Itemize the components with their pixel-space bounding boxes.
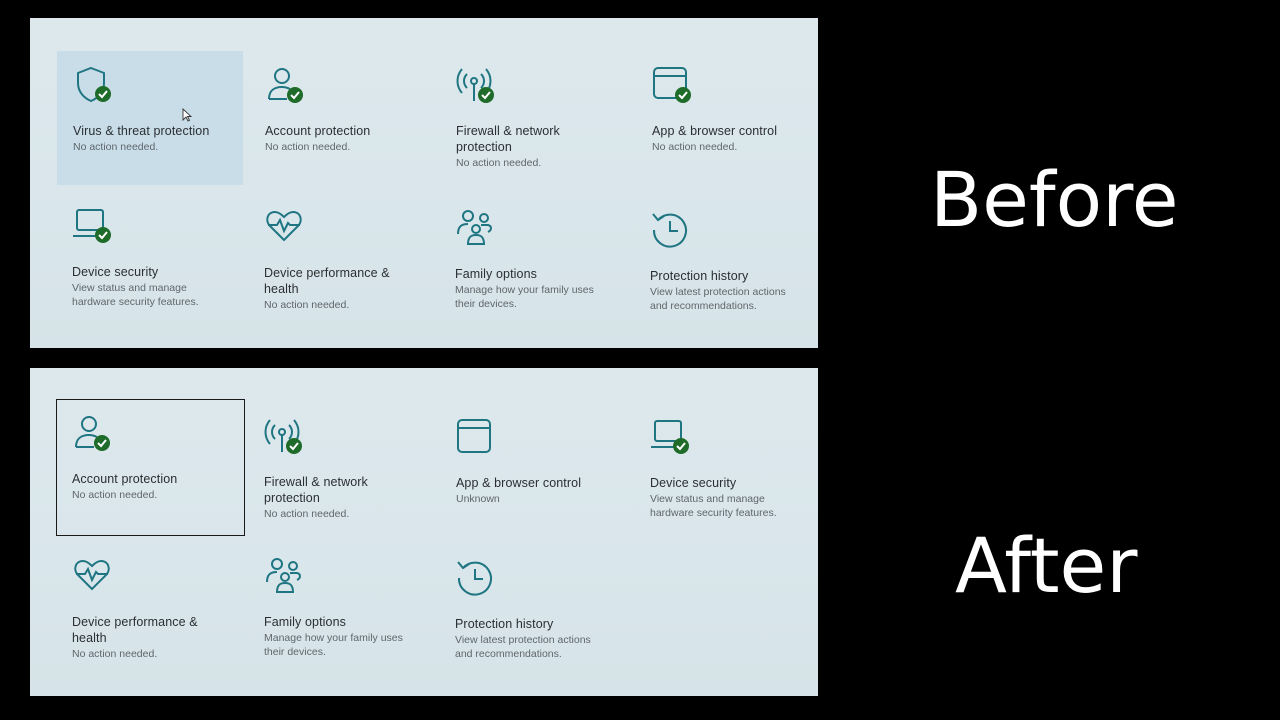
tile-subtitle: No action needed. [652, 141, 738, 153]
history-clock-icon [650, 210, 690, 250]
tile-subtitle: No action needed. [264, 508, 350, 520]
tile-subtitle: Unknown [456, 493, 500, 505]
tile-account-protection[interactable]: Account protection No action needed. [56, 399, 245, 536]
tile-title: Protection history [650, 269, 749, 283]
wifi-antenna-check-icon [456, 65, 496, 105]
tile-subtitle: No action needed. [73, 141, 159, 153]
tile-title: Protection history [455, 617, 554, 631]
app-window-icon [456, 417, 496, 457]
tile-title: Family options [455, 267, 537, 281]
tile-title: Account protection [265, 124, 371, 138]
tile-subtitle: View status and manage hardware security… [650, 493, 777, 519]
heart-pulse-icon [72, 556, 112, 596]
tile-app-browser-control[interactable]: App & browser control No action needed. [636, 51, 818, 185]
tile-family-options[interactable]: Family options Manage how your family us… [439, 194, 625, 328]
before-label: Before [930, 155, 1179, 244]
tile-title: Family options [264, 615, 346, 629]
tile-account-protection[interactable]: Account protection No action needed. [249, 51, 435, 185]
shield-check-icon [73, 65, 113, 105]
mouse-cursor-icon [182, 108, 192, 122]
family-icon [264, 556, 304, 596]
tile-subtitle: Manage how your family uses their device… [264, 632, 403, 658]
app-window-check-icon [652, 65, 692, 105]
tile-virus-threat-protection[interactable]: Virus & threat protection No action need… [57, 51, 243, 185]
tile-title: Device security [72, 265, 159, 279]
tile-subtitle: View status and manage hardware security… [72, 282, 199, 308]
tile-title: Device performance & health [264, 266, 390, 296]
tile-subtitle: View latest protection actions and recom… [455, 634, 591, 660]
laptop-check-icon [72, 206, 112, 246]
tile-title: Virus & threat protection [73, 124, 210, 138]
tile-subtitle: Manage how your family uses their device… [455, 284, 594, 310]
tile-title: Firewall & network protection [456, 124, 560, 154]
after-label: After [955, 521, 1138, 610]
before-panel: Virus & threat protection No action need… [30, 18, 818, 348]
tile-device-performance-health[interactable]: Device performance & health No action ne… [248, 193, 434, 327]
tile-firewall-network-protection[interactable]: Firewall & network protection No action … [440, 51, 626, 185]
tile-device-security[interactable]: Device security View status and manage h… [56, 192, 242, 326]
after-panel: Account protection No action needed. Fir… [30, 368, 818, 696]
tile-subtitle: No action needed. [265, 141, 351, 153]
tile-title: App & browser control [456, 476, 582, 490]
laptop-check-icon [650, 417, 690, 457]
family-icon [455, 208, 495, 248]
tile-device-performance-health[interactable]: Device performance & health No action ne… [56, 542, 242, 676]
tile-device-security[interactable]: Device security View status and manage h… [634, 403, 818, 537]
tile-firewall-network-protection[interactable]: Firewall & network protection No action … [248, 402, 434, 536]
tile-subtitle: No action needed. [456, 157, 542, 169]
tile-app-browser-control[interactable]: App & browser control Unknown [440, 403, 626, 537]
tile-title: Account protection [72, 472, 178, 486]
person-check-icon [265, 65, 305, 105]
heart-pulse-icon [264, 207, 304, 247]
tile-family-options[interactable]: Family options Manage how your family us… [248, 542, 434, 676]
tile-protection-history[interactable]: Protection history View latest protectio… [439, 544, 625, 678]
person-check-icon [72, 413, 112, 453]
tile-title: Device performance & health [72, 615, 198, 645]
tile-subtitle: No action needed. [72, 489, 158, 501]
tile-subtitle: No action needed. [72, 648, 158, 660]
tile-title: Firewall & network protection [264, 475, 368, 505]
tile-subtitle: No action needed. [264, 299, 350, 311]
tile-protection-history[interactable]: Protection history View latest protectio… [634, 196, 818, 330]
history-clock-icon [455, 558, 495, 598]
wifi-antenna-check-icon [264, 416, 304, 456]
tile-subtitle: View latest protection actions and recom… [650, 286, 786, 312]
tile-title: Device security [650, 476, 737, 490]
tile-title: App & browser control [652, 124, 778, 138]
